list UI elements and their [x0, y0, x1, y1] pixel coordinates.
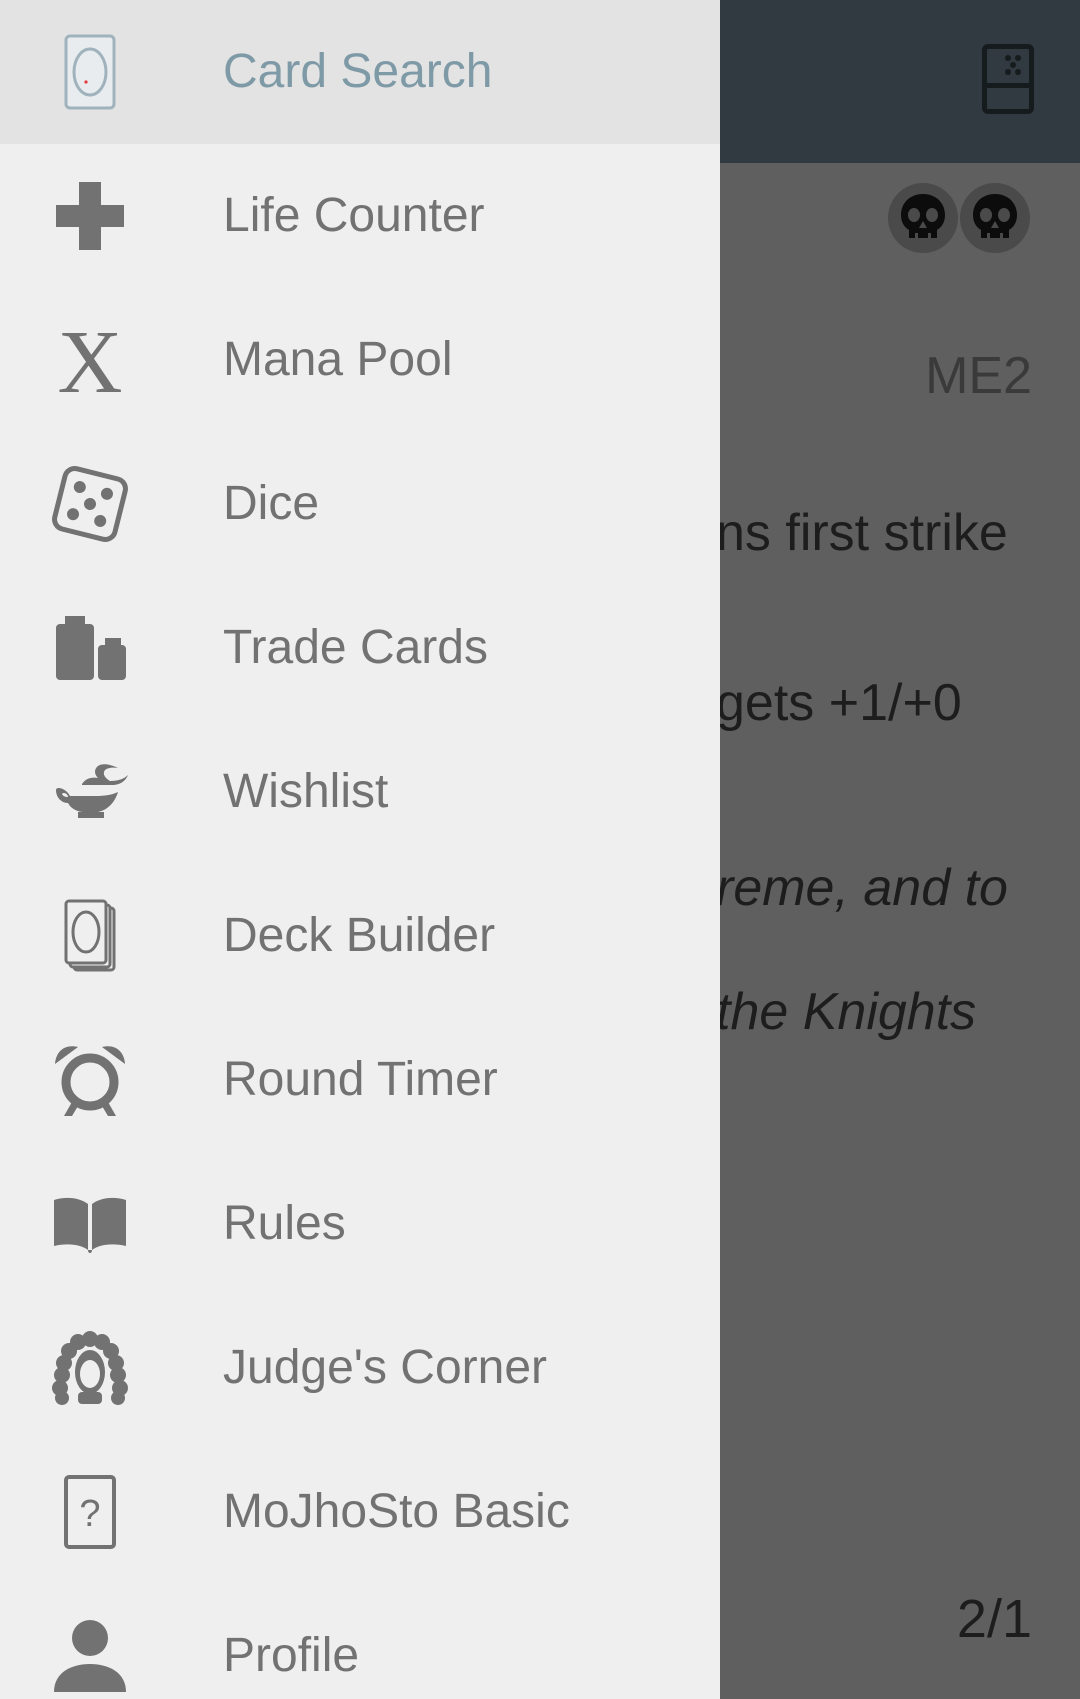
set-code: ME2: [925, 347, 1032, 405]
nav-item-label: Judge's Corner: [223, 1341, 547, 1394]
rules-text-line: ns first strike: [716, 504, 1008, 562]
nav-item-label: Wishlist: [223, 765, 389, 818]
alarm-clock-icon: [52, 1042, 128, 1118]
nav-item-deck-builder[interactable]: Deck Builder: [0, 864, 720, 1008]
nav-item-label: Rules: [223, 1197, 346, 1250]
weights-icon: [52, 610, 128, 686]
person-icon: [52, 1618, 128, 1694]
nav-item-dice[interactable]: Dice: [0, 432, 720, 576]
question-card-icon: ?: [52, 1474, 128, 1550]
svg-text:?: ?: [79, 1493, 100, 1535]
nav-item-wishlist[interactable]: Wishlist: [0, 720, 720, 864]
nav-item-profile[interactable]: Profile: [0, 1584, 720, 1699]
library-icon[interactable]: [982, 44, 1034, 114]
nav-item-card-search[interactable]: Card Search: [0, 0, 720, 144]
book-icon: [52, 1186, 128, 1262]
svg-text:X: X: [58, 322, 123, 398]
rules-text-line: gets +1/+0: [716, 674, 962, 732]
nav-item-label: Trade Cards: [223, 621, 488, 674]
card-search-icon: [52, 34, 128, 110]
dice-icon: [52, 466, 128, 542]
nav-item-label: Mana Pool: [223, 333, 453, 386]
nav-item-label: Dice: [223, 477, 320, 530]
black-mana-skull-icon: [960, 183, 1030, 253]
nav-item-label: MoJhoSto Basic: [223, 1485, 570, 1538]
black-mana-skull-icon: [888, 183, 958, 253]
card-stack-icon: [52, 898, 128, 974]
nav-item-mojhosto-basic[interactable]: ? MoJhoSto Basic: [0, 1440, 720, 1584]
genie-lamp-icon: [52, 754, 128, 830]
nav-item-label: Profile: [223, 1629, 360, 1682]
nav-item-label: Card Search: [223, 45, 493, 98]
plus-icon: [52, 178, 128, 254]
nav-item-mana-pool[interactable]: X Mana Pool: [0, 288, 720, 432]
navigation-drawer: Card Search Life Counter X Mana Pool Dic…: [0, 0, 720, 1699]
nav-item-trade-cards[interactable]: Trade Cards: [0, 576, 720, 720]
nav-item-rules[interactable]: Rules: [0, 1152, 720, 1296]
judge-wig-icon: [52, 1330, 128, 1406]
flavor-text-line: reme, and to: [716, 859, 1008, 917]
flavor-text-line: the Knights: [716, 983, 977, 1041]
x-mana-icon: X: [52, 322, 128, 398]
nav-item-label: Life Counter: [223, 189, 485, 242]
nav-item-judges-corner[interactable]: Judge's Corner: [0, 1296, 720, 1440]
nav-item-life-counter[interactable]: Life Counter: [0, 144, 720, 288]
nav-item-label: Deck Builder: [223, 909, 496, 962]
nav-item-label: Round Timer: [223, 1053, 498, 1106]
nav-item-round-timer[interactable]: Round Timer: [0, 1008, 720, 1152]
power-toughness: 2/1: [956, 1589, 1032, 1649]
